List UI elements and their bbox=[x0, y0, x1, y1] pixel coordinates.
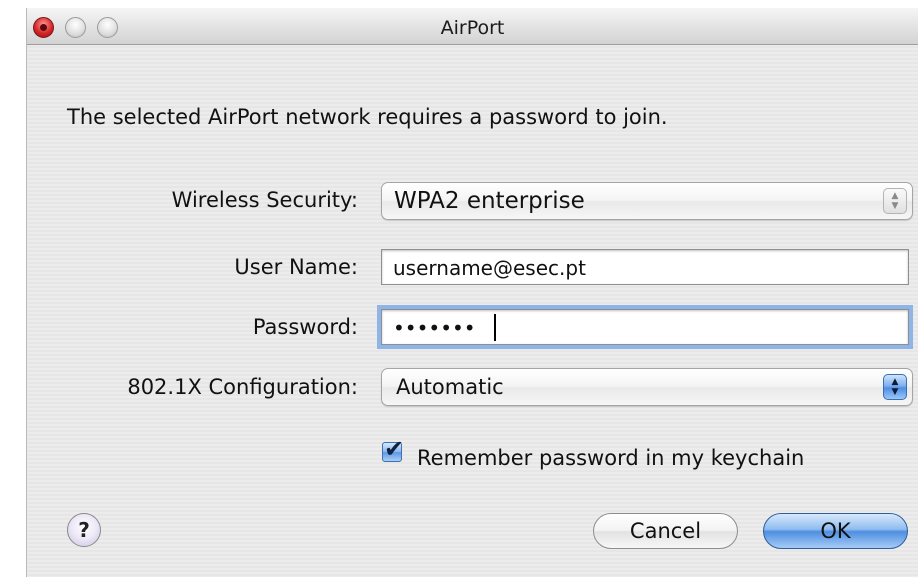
checkmark-icon: ✔ bbox=[384, 435, 405, 463]
window-title: AirPort bbox=[440, 17, 505, 39]
user-name-field[interactable]: username@esec.pt bbox=[381, 249, 909, 285]
wireless-security-select[interactable]: WPA2 enterprise ▲ ▼ bbox=[381, 182, 913, 220]
help-button[interactable]: ? bbox=[67, 513, 101, 547]
up-down-arrows-icon: ▲ ▼ bbox=[883, 188, 907, 214]
remember-password-checkbox[interactable]: ✔ bbox=[382, 437, 404, 462]
password-label: Password: bbox=[252, 315, 358, 339]
user-name-value: username@esec.pt bbox=[393, 256, 586, 280]
configuration-label: 802.1X Configuration: bbox=[127, 375, 358, 399]
remember-password-label[interactable]: Remember password in my keychain bbox=[417, 446, 804, 470]
up-down-arrows-icon: ▲ ▼ bbox=[883, 374, 907, 400]
cancel-button[interactable]: Cancel bbox=[593, 513, 738, 549]
wireless-security-label: Wireless Security: bbox=[171, 188, 358, 212]
wireless-security-value: WPA2 enterprise bbox=[394, 188, 585, 214]
password-masked-value: ••••••• bbox=[393, 316, 476, 340]
title-bar: AirPort bbox=[27, 8, 918, 45]
dialog-prompt: The selected AirPort network requires a … bbox=[67, 105, 668, 129]
airport-dialog-window: AirPort The selected AirPort network req… bbox=[26, 8, 918, 577]
configuration-value: Automatic bbox=[396, 375, 504, 399]
configuration-select[interactable]: Automatic ▲ ▼ bbox=[381, 368, 913, 406]
question-mark-icon: ? bbox=[78, 518, 90, 542]
text-caret bbox=[494, 314, 496, 341]
ok-button[interactable]: OK bbox=[763, 513, 908, 549]
password-field[interactable]: ••••••• bbox=[377, 305, 913, 349]
user-name-label: User Name: bbox=[234, 255, 358, 279]
